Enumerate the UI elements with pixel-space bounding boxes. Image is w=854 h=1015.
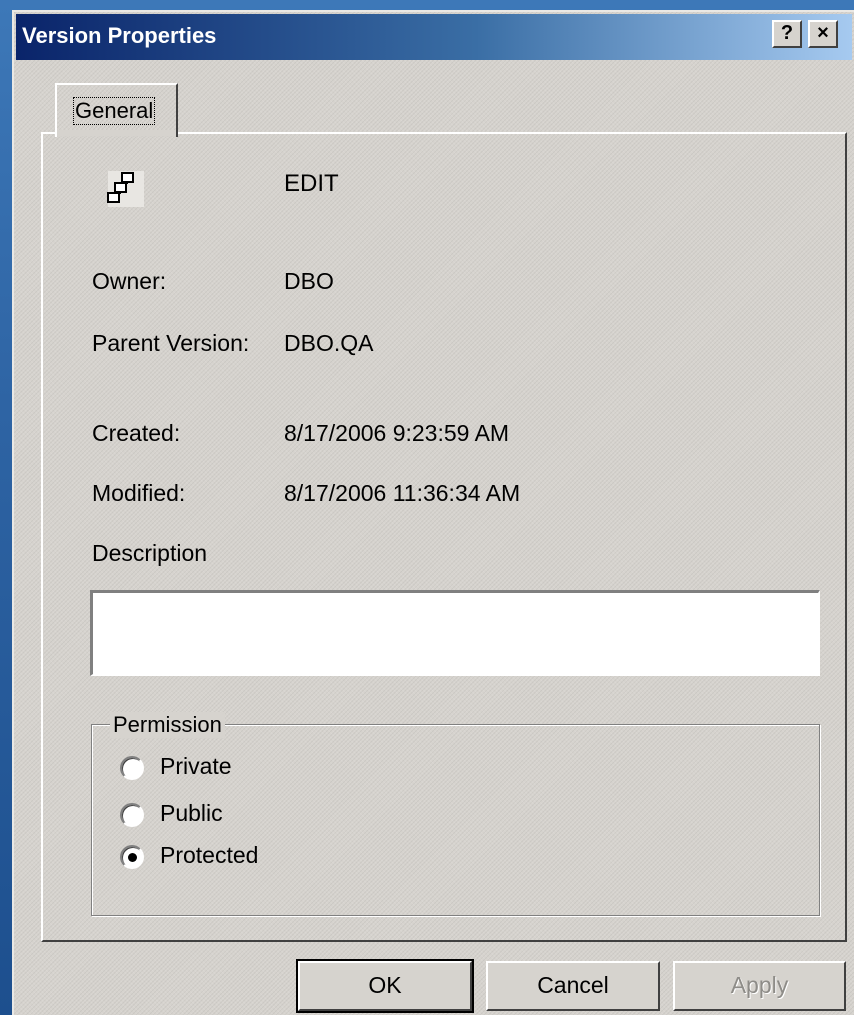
radio-selected-dot: [128, 853, 137, 862]
close-button[interactable]: ×: [808, 20, 838, 48]
modified-label: Modified:: [92, 480, 186, 506]
radio-private-label[interactable]: Private: [160, 753, 232, 780]
version-properties-dialog: Version Properties ? × General EDIT Owne…: [12, 10, 854, 1015]
permission-group-label: Permission: [110, 712, 225, 738]
description-label: Description: [92, 540, 208, 566]
version-tree-icon: [107, 171, 144, 207]
modified-value: 8/17/2006 11:36:34 AM: [284, 480, 521, 506]
owner-label: Owner:: [92, 268, 167, 294]
radio-protected-button[interactable]: [120, 845, 144, 869]
window-title: Version Properties: [22, 23, 217, 48]
radio-private-button[interactable]: [120, 756, 144, 780]
ok-button[interactable]: OK: [296, 959, 474, 1013]
version-name: EDIT: [284, 170, 339, 197]
apply-button[interactable]: Apply: [673, 961, 846, 1011]
radio-protected-label[interactable]: Protected: [160, 842, 258, 869]
tab-general-label: General: [73, 97, 156, 125]
tab-general[interactable]: General: [55, 83, 178, 137]
parent-version-label: Parent Version:: [92, 330, 250, 356]
description-field[interactable]: [90, 590, 820, 676]
radio-public-label[interactable]: Public: [160, 800, 223, 827]
created-label: Created:: [92, 420, 181, 446]
radio-public-button[interactable]: [120, 803, 144, 827]
cancel-button[interactable]: Cancel: [486, 961, 660, 1011]
help-button[interactable]: ?: [772, 20, 802, 48]
parent-version-value: DBO.QA: [284, 330, 374, 356]
title-bar[interactable]: Version Properties ? ×: [16, 14, 852, 60]
owner-value: DBO: [284, 268, 334, 294]
created-value: 8/17/2006 9:23:59 AM: [284, 420, 510, 446]
